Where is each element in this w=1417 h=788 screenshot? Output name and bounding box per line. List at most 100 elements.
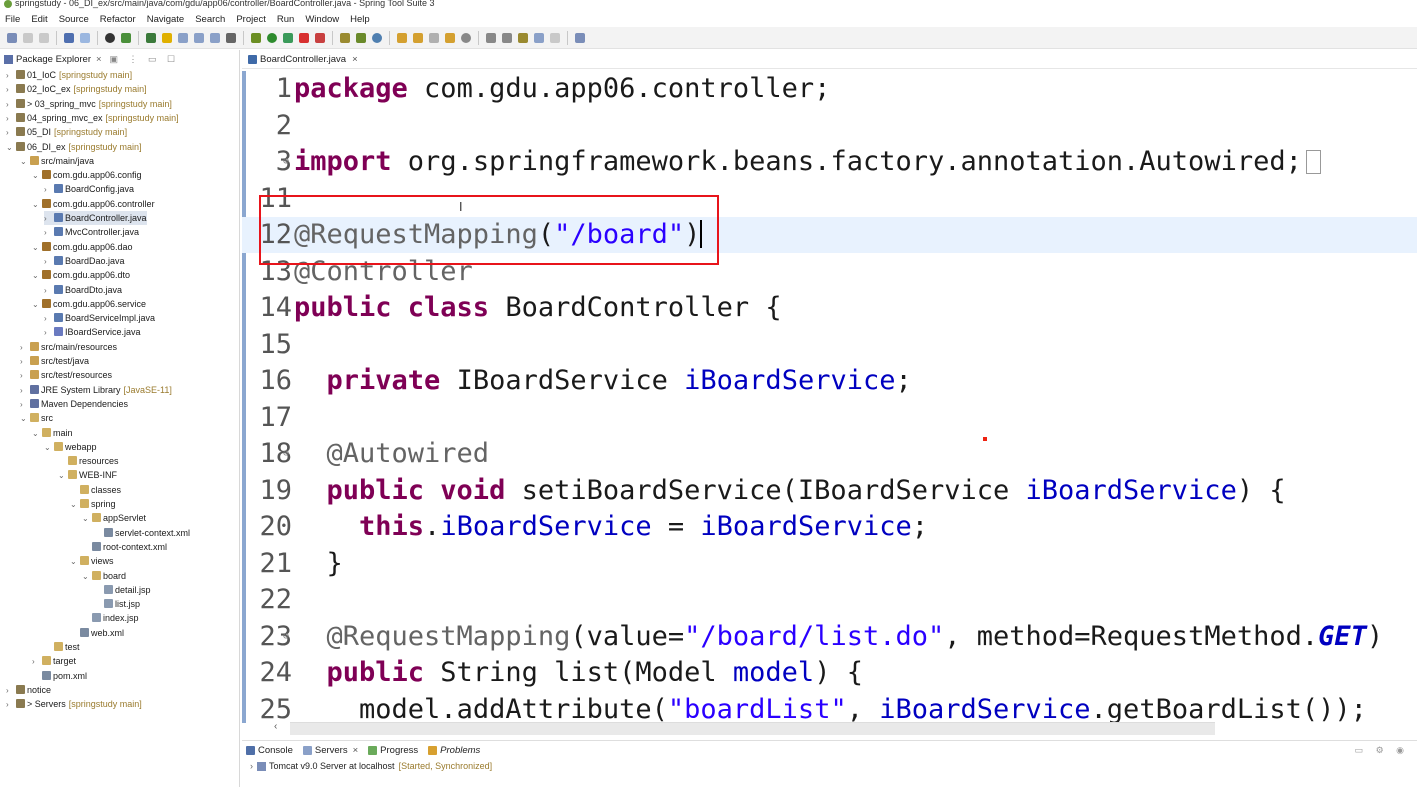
tree-item[interactable]: › src/test/java bbox=[20, 354, 89, 368]
tab-problems[interactable]: Problems bbox=[428, 745, 480, 756]
fold-toggle-icon[interactable]: ⊕ bbox=[283, 144, 289, 180]
code-line[interactable]: 18 ⊖ @Autowired bbox=[242, 436, 1417, 472]
tree-item[interactable]: root-context.xml bbox=[82, 540, 167, 554]
expand-arrow-icon[interactable]: › bbox=[20, 355, 28, 369]
search-icon[interactable] bbox=[445, 32, 455, 43]
skip-breakpoints-icon[interactable] bbox=[105, 32, 115, 43]
open-task-icon[interactable] bbox=[413, 32, 423, 43]
menu-help[interactable]: Help bbox=[345, 14, 376, 25]
previous-annotation-icon[interactable] bbox=[502, 32, 512, 43]
horizontal-scrollbar[interactable]: ‹ bbox=[274, 721, 1215, 735]
tree-item[interactable]: ⌄ board bbox=[82, 569, 126, 583]
expand-arrow-icon[interactable]: › bbox=[20, 384, 28, 398]
tree-item[interactable]: list.jsp bbox=[94, 597, 140, 611]
tree-item[interactable]: › BoardDto.java bbox=[44, 283, 122, 297]
tree-item[interactable]: › BoardServiceImpl.java bbox=[44, 311, 155, 325]
menu-source[interactable]: Source bbox=[54, 14, 95, 25]
expand-arrow-icon[interactable]: ⌄ bbox=[82, 570, 90, 584]
save-icon[interactable] bbox=[23, 32, 33, 43]
forward-icon[interactable] bbox=[550, 32, 560, 43]
code-line[interactable]: 17 bbox=[242, 400, 1417, 436]
tree-item[interactable]: test bbox=[44, 640, 80, 654]
expand-arrow-icon[interactable]: ⌄ bbox=[32, 198, 40, 212]
tree-item[interactable]: ⌄ WEB-INF bbox=[58, 468, 117, 482]
paragraph-icon[interactable] bbox=[226, 32, 236, 43]
code-line[interactable]: 14 public class BoardController { bbox=[242, 290, 1417, 326]
tree-item[interactable]: › 05_DI [springstudy main] bbox=[6, 125, 127, 139]
menu-run[interactable]: Run bbox=[272, 14, 300, 25]
next-annotation-icon[interactable] bbox=[486, 32, 496, 43]
tree-item[interactable]: classes bbox=[70, 483, 121, 497]
expand-arrow-icon[interactable]: › bbox=[6, 126, 14, 140]
code-line[interactable]: 22 bbox=[242, 582, 1417, 618]
editor-tab-boardcontroller[interactable]: BoardController.java × bbox=[242, 50, 364, 68]
back-icon[interactable] bbox=[534, 32, 544, 43]
expand-arrow-icon[interactable]: › bbox=[32, 655, 40, 669]
tree-item[interactable]: › src/main/resources bbox=[20, 340, 117, 354]
tree-item[interactable]: web.xml bbox=[70, 626, 124, 640]
code-line[interactable]: 24 public String list(Model model) { bbox=[242, 655, 1417, 691]
tree-item[interactable]: › 04_spring_mvc_ex [springstudy main] bbox=[6, 111, 179, 125]
tree-item[interactable]: ⌄ webapp bbox=[44, 440, 97, 454]
server-row[interactable]: › Tomcat v9.0 Server at localhost [Start… bbox=[242, 759, 1417, 773]
code-line[interactable]: 13 @Controller bbox=[242, 254, 1417, 290]
tree-item[interactable]: › MvcController.java bbox=[44, 225, 139, 239]
new-class-icon[interactable] bbox=[356, 32, 366, 43]
expand-arrow-icon[interactable]: › bbox=[44, 284, 52, 298]
expand-arrow-icon[interactable]: › bbox=[250, 759, 253, 773]
expand-arrow-icon[interactable]: › bbox=[20, 341, 28, 355]
terminal-icon[interactable] bbox=[64, 32, 74, 43]
menu-search[interactable]: Search bbox=[190, 14, 231, 25]
expand-arrow-icon[interactable]: ⌄ bbox=[32, 241, 40, 255]
tree-item[interactable]: ⌄ com.gdu.app06.controller bbox=[32, 197, 155, 211]
expand-arrow-icon[interactable]: › bbox=[20, 369, 28, 383]
code-line[interactable]: 2 bbox=[242, 108, 1417, 144]
expand-arrow-icon[interactable]: › bbox=[44, 212, 52, 226]
tree-item[interactable]: › notice bbox=[6, 683, 51, 697]
scroll-left-icon[interactable]: ‹ bbox=[274, 721, 277, 732]
expand-arrow-icon[interactable]: ⌄ bbox=[44, 441, 52, 455]
tree-item[interactable]: pom.xml bbox=[32, 669, 87, 683]
tab-console[interactable]: Console bbox=[246, 745, 293, 756]
code-line[interactable]: 16 private IBoardService iBoardService; bbox=[242, 363, 1417, 399]
tree-item[interactable]: › > 03_spring_mvc [springstudy main] bbox=[6, 97, 172, 111]
code-line[interactable]: 12 @RequestMapping("/board") bbox=[242, 217, 1417, 253]
run-icon[interactable] bbox=[267, 32, 277, 43]
tree-item[interactable]: ⌄ com.gdu.app06.dto bbox=[32, 268, 130, 282]
view-controls-icon[interactable]: ▭ ⚙ ◉ bbox=[1355, 745, 1409, 756]
refresh-icon[interactable] bbox=[121, 32, 131, 43]
expand-arrow-icon[interactable]: ⌄ bbox=[6, 141, 14, 155]
tree-item[interactable]: › IBoardService.java bbox=[44, 325, 141, 339]
expand-arrow-icon[interactable]: ⌄ bbox=[82, 512, 90, 526]
tree-item[interactable]: ⌄ src bbox=[20, 411, 53, 425]
menu-window[interactable]: Window bbox=[300, 14, 345, 25]
last-edit-icon[interactable] bbox=[518, 32, 528, 43]
new-icon[interactable] bbox=[7, 32, 17, 43]
expand-arrow-icon[interactable]: › bbox=[6, 698, 14, 712]
tree-item[interactable]: ⌄ 06_DI_ex [springstudy main] bbox=[6, 140, 142, 154]
coverage-icon[interactable] bbox=[283, 32, 293, 43]
tree-item[interactable]: › > Servers [springstudy main] bbox=[6, 697, 142, 711]
tree-item[interactable]: › BoardController.java bbox=[44, 211, 147, 225]
lightning-icon[interactable] bbox=[162, 32, 172, 43]
expand-arrow-icon[interactable]: › bbox=[6, 112, 14, 126]
tab-servers[interactable]: Servers × bbox=[302, 745, 358, 756]
expand-arrow-icon[interactable]: › bbox=[44, 312, 52, 326]
fold-toggle-icon[interactable]: ⊖ bbox=[283, 619, 289, 655]
tree-item[interactable]: ⌄ views bbox=[70, 554, 114, 568]
expand-arrow-icon[interactable]: › bbox=[6, 83, 14, 97]
tab-progress[interactable]: Progress bbox=[368, 745, 418, 756]
code-line[interactable]: 15 bbox=[242, 327, 1417, 363]
expand-arrow-icon[interactable]: ⌄ bbox=[70, 498, 78, 512]
code-line[interactable]: 11 bbox=[242, 181, 1417, 217]
tree-item[interactable]: ⌄ src/main/java bbox=[20, 154, 94, 168]
code-line[interactable]: 25 model.addAttribute("boardList", iBoar… bbox=[242, 692, 1417, 724]
tree-item[interactable]: ⌄ spring bbox=[70, 497, 116, 511]
code-line[interactable]: 21 } bbox=[242, 546, 1417, 582]
menu-edit[interactable]: Edit bbox=[26, 14, 53, 25]
expand-arrow-icon[interactable]: ⌄ bbox=[32, 169, 40, 183]
tree-item[interactable]: servlet-context.xml bbox=[94, 526, 190, 540]
toggle-icon[interactable] bbox=[80, 32, 90, 43]
fold-toggle-icon[interactable]: ⊖ bbox=[283, 436, 289, 472]
code-line[interactable]: 3 ⊕ import org.springframework.beans.facto… bbox=[242, 144, 1417, 180]
